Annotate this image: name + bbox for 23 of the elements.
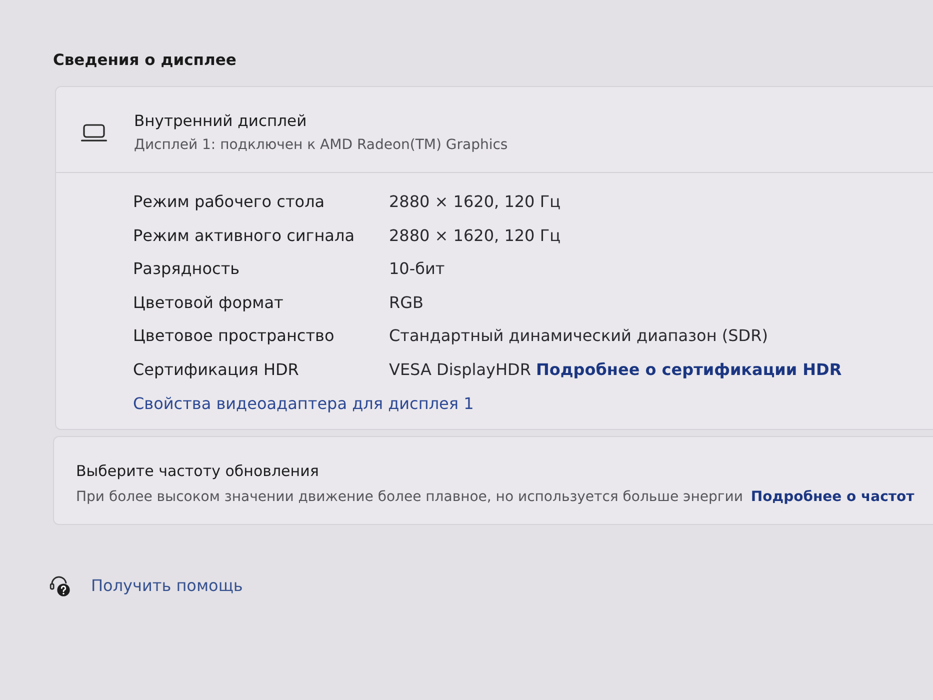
property-label: Режим активного сигнала [133, 224, 356, 247]
property-label: Режим рабочего стола [133, 191, 326, 213]
learn-more-link[interactable]: Подробнее о сертификации HDR [536, 352, 842, 387]
property-value: 2880 × 1620, 120 Гц [389, 224, 560, 247]
laptop-icon [81, 124, 107, 142]
learn-more-link[interactable]: Подробнее о частот [750, 487, 914, 508]
property-label: Цветовой формат [133, 292, 284, 314]
property-value: 10-бит [389, 258, 445, 280]
property-label: Цветовое пространство [133, 325, 336, 348]
display-connection: Дисплей 1: подключен к AMD Radeon(TM) Graphics [134, 136, 508, 155]
property-value: 2880 × 1620, 120 Гц [389, 191, 560, 213]
property-value: VESA DisplayHDR [389, 358, 531, 381]
section-title: Сведения о дисплее [53, 50, 236, 71]
help-icon [49, 575, 71, 598]
property-label: Разрядность [133, 258, 241, 280]
display-name: Внутренний дисплей [134, 111, 307, 132]
get-help-link[interactable]: Получить помощь [91, 575, 243, 598]
adapter-properties-link[interactable]: Свойства видеоадаптера для дисплея 1 [133, 386, 474, 420]
property-label: Сертификация HDR [133, 358, 300, 381]
property-value: Стандартный динамический диапазон (SDR) [389, 325, 768, 348]
refresh-rate-title: Выберите частоту обновления [76, 461, 319, 482]
refresh-rate-description: При более высоком значении движение более плавное, но используется больше энергии [76, 488, 743, 508]
property-value: RGB [389, 292, 424, 314]
